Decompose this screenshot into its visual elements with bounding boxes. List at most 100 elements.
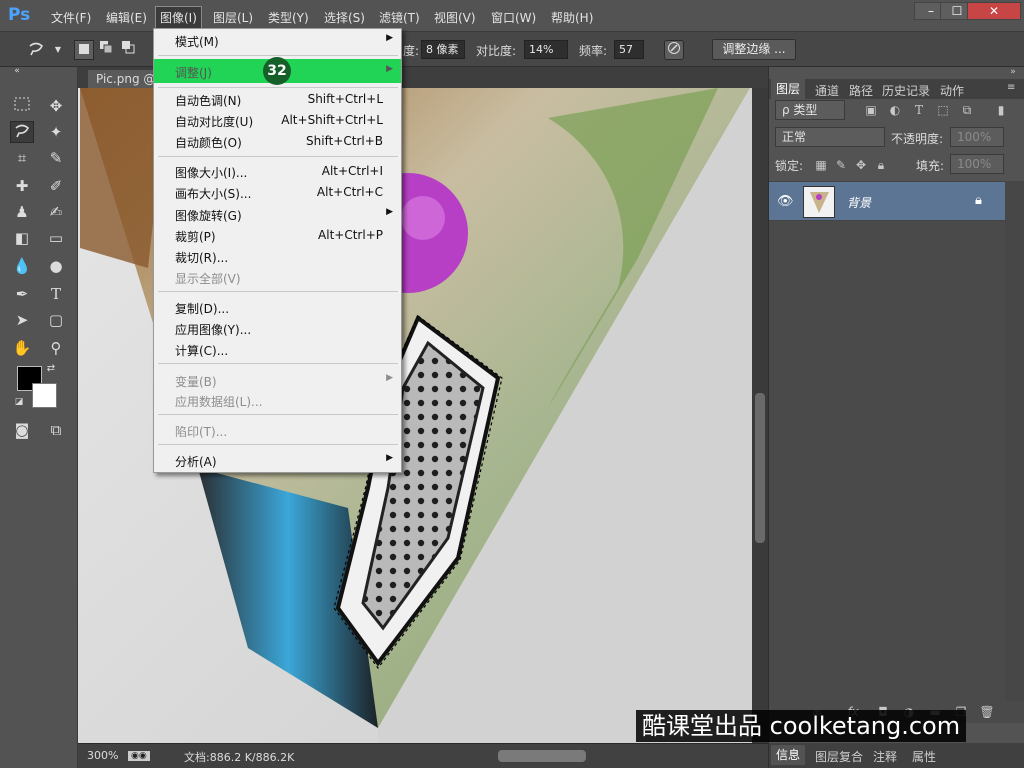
default-colors-icon[interactable]: ◪: [12, 395, 26, 409]
background-color-swatch[interactable]: [32, 383, 57, 408]
menu-item-trim[interactable]: 裁切(R)...: [154, 246, 401, 267]
type-tool-icon[interactable]: T: [44, 283, 68, 305]
healing-brush-tool-icon[interactable]: ✚: [10, 175, 34, 197]
menu-item-apply-image[interactable]: 应用图像(Y)...: [154, 318, 401, 339]
document-info[interactable]: 文档:886.2 K/886.2K: [184, 749, 294, 765]
layer-filter-select[interactable]: ρ 类型: [775, 100, 845, 120]
tab-notes[interactable]: 注释: [873, 748, 897, 765]
menu-item-duplicate[interactable]: 复制(D)...: [154, 297, 401, 318]
tab-channels[interactable]: 通道: [815, 82, 839, 99]
filter-smart-object-icon[interactable]: ⧉: [959, 102, 975, 118]
menu-item-auto-color[interactable]: 自动颜色(O) Shift+Ctrl+B: [154, 131, 401, 152]
menu-item-image-rotation[interactable]: 图像旋转(G) ▶: [154, 204, 401, 225]
zoom-level[interactable]: 300%: [87, 749, 118, 762]
subtract-from-selection-icon[interactable]: [118, 40, 138, 60]
menu-item-apply-data-set: 应用数据组(L)...: [154, 390, 401, 411]
lock-all-icon[interactable]: 🔒︎: [873, 157, 889, 173]
menu-item-auto-tone[interactable]: 自动色调(N) Shift+Ctrl+L: [154, 89, 401, 110]
layer-name[interactable]: 背景: [847, 194, 871, 211]
collapse-panels-icon[interactable]: »: [1005, 67, 1021, 77]
tab-layer-comps[interactable]: 图层复合: [815, 748, 863, 765]
tab-layers[interactable]: 图层: [771, 79, 806, 99]
close-button[interactable]: ✕: [967, 2, 1021, 20]
filter-type-icon[interactable]: T: [911, 102, 927, 118]
menu-item-analysis[interactable]: 分析(A) ▶: [154, 450, 401, 471]
menu-item-calculations[interactable]: 计算(C)...: [154, 339, 401, 360]
horizontal-scroll-thumb[interactable]: [498, 750, 586, 762]
tab-paths[interactable]: 路径: [849, 82, 873, 99]
menu-item-canvas-size[interactable]: 画布大小(S)... Alt+Ctrl+C: [154, 182, 401, 203]
menu-file[interactable]: 文件(F): [51, 9, 91, 26]
pen-tool-icon[interactable]: ✒: [10, 283, 34, 305]
menu-help[interactable]: 帮助(H): [551, 9, 593, 26]
pen-pressure-icon[interactable]: [664, 40, 684, 60]
visibility-eye-icon[interactable]: 👁︎: [777, 194, 794, 210]
zoom-tool-icon[interactable]: ⚲: [44, 337, 68, 359]
blur-tool-icon[interactable]: 💧: [10, 255, 34, 277]
tool-preset-chevron-icon[interactable]: ▼: [48, 40, 68, 60]
screen-mode-icon[interactable]: ⧉: [44, 419, 68, 441]
opacity-field[interactable]: 100%: [950, 127, 1004, 147]
rectangle-tool-icon[interactable]: ▢: [44, 309, 68, 331]
menu-layer[interactable]: 图层(L): [213, 9, 253, 26]
vertical-scrollbar[interactable]: [752, 88, 768, 743]
move-tool-icon[interactable]: ✥: [44, 95, 68, 117]
magic-wand-tool-icon[interactable]: ✦: [44, 121, 68, 143]
refine-edge-button[interactable]: 调整边缘 ...: [712, 39, 796, 60]
panel-menu-icon[interactable]: ≡: [1007, 82, 1015, 93]
submenu-arrow-icon: ▶: [386, 373, 393, 383]
menu-window[interactable]: 窗口(W): [491, 9, 536, 26]
menu-view[interactable]: 视图(V): [434, 9, 476, 26]
menu-edit[interactable]: 编辑(E): [106, 9, 147, 26]
history-brush-tool-icon[interactable]: ✍: [44, 201, 68, 223]
menu-image[interactable]: 图像(I): [155, 6, 202, 29]
contrast-field[interactable]: 14%: [524, 40, 568, 59]
lock-pixels-icon[interactable]: ✎: [833, 157, 849, 173]
fill-field[interactable]: 100%: [950, 154, 1004, 174]
menu-select[interactable]: 选择(S): [324, 9, 365, 26]
filter-toggle-icon[interactable]: ▮: [993, 102, 1009, 118]
layers-scrollbar[interactable]: [1005, 181, 1024, 701]
quick-mask-icon[interactable]: ◙: [10, 419, 34, 441]
hand-tool-icon[interactable]: ✋: [10, 337, 34, 359]
filter-pixel-icon[interactable]: ▣: [863, 102, 879, 118]
layer-row-background[interactable]: 👁︎ 背景 🔒︎: [769, 181, 1005, 221]
menu-item-image-size[interactable]: 图像大小(I)... Alt+Ctrl+I: [154, 161, 401, 182]
menu-item-mode[interactable]: 模式(M) ▶: [154, 30, 401, 51]
eraser-tool-icon[interactable]: ◧: [10, 227, 34, 249]
magnetic-lasso-icon[interactable]: [26, 40, 46, 60]
add-to-selection-icon[interactable]: [96, 40, 116, 60]
filter-shape-icon[interactable]: ⬚: [935, 102, 951, 118]
gradient-tool-icon[interactable]: ▭: [44, 227, 68, 249]
menu-separator: [158, 87, 398, 88]
delete-layer-icon[interactable]: 🗑︎: [979, 704, 995, 720]
lock-position-icon[interactable]: ✥: [853, 157, 869, 173]
lasso-tool-icon[interactable]: [10, 121, 34, 143]
frequency-field[interactable]: 57: [614, 40, 644, 59]
new-selection-icon[interactable]: [74, 40, 94, 60]
menu-item-auto-contrast[interactable]: 自动对比度(U) Alt+Shift+Ctrl+L: [154, 110, 401, 131]
menu-item-crop[interactable]: 裁剪(P) Alt+Ctrl+P: [154, 225, 401, 246]
filter-adjustment-icon[interactable]: ◐: [887, 102, 903, 118]
tab-info[interactable]: 信息: [771, 745, 806, 765]
status-view-icon[interactable]: ◉◉: [128, 751, 150, 761]
brush-tool-icon[interactable]: ✐: [44, 175, 68, 197]
clone-stamp-tool-icon[interactable]: ♟: [10, 201, 34, 223]
vertical-scroll-thumb[interactable]: [755, 393, 765, 543]
tab-actions[interactable]: 动作: [940, 82, 964, 99]
width-field[interactable]: 8 像素: [421, 40, 465, 59]
blend-mode-select[interactable]: 正常: [775, 127, 885, 147]
marquee-tool-icon[interactable]: [10, 95, 34, 117]
menu-filter[interactable]: 滤镜(T): [379, 9, 420, 26]
tab-history[interactable]: 历史记录: [882, 82, 930, 99]
crop-tool-icon[interactable]: ⌗: [10, 147, 34, 169]
collapse-toolbar-icon[interactable]: «: [5, 67, 29, 76]
lock-transparent-icon[interactable]: ▦: [813, 157, 829, 173]
dodge-tool-icon[interactable]: ●: [44, 255, 68, 277]
path-selection-tool-icon[interactable]: ➤: [10, 309, 34, 331]
tab-properties[interactable]: 属性: [912, 748, 936, 765]
swap-colors-icon[interactable]: ⇄: [44, 362, 58, 376]
menu-item-reveal-all: 显示全部(V): [154, 267, 401, 288]
menu-type[interactable]: 类型(Y): [268, 9, 309, 26]
eyedropper-tool-icon[interactable]: ✎: [44, 147, 68, 169]
